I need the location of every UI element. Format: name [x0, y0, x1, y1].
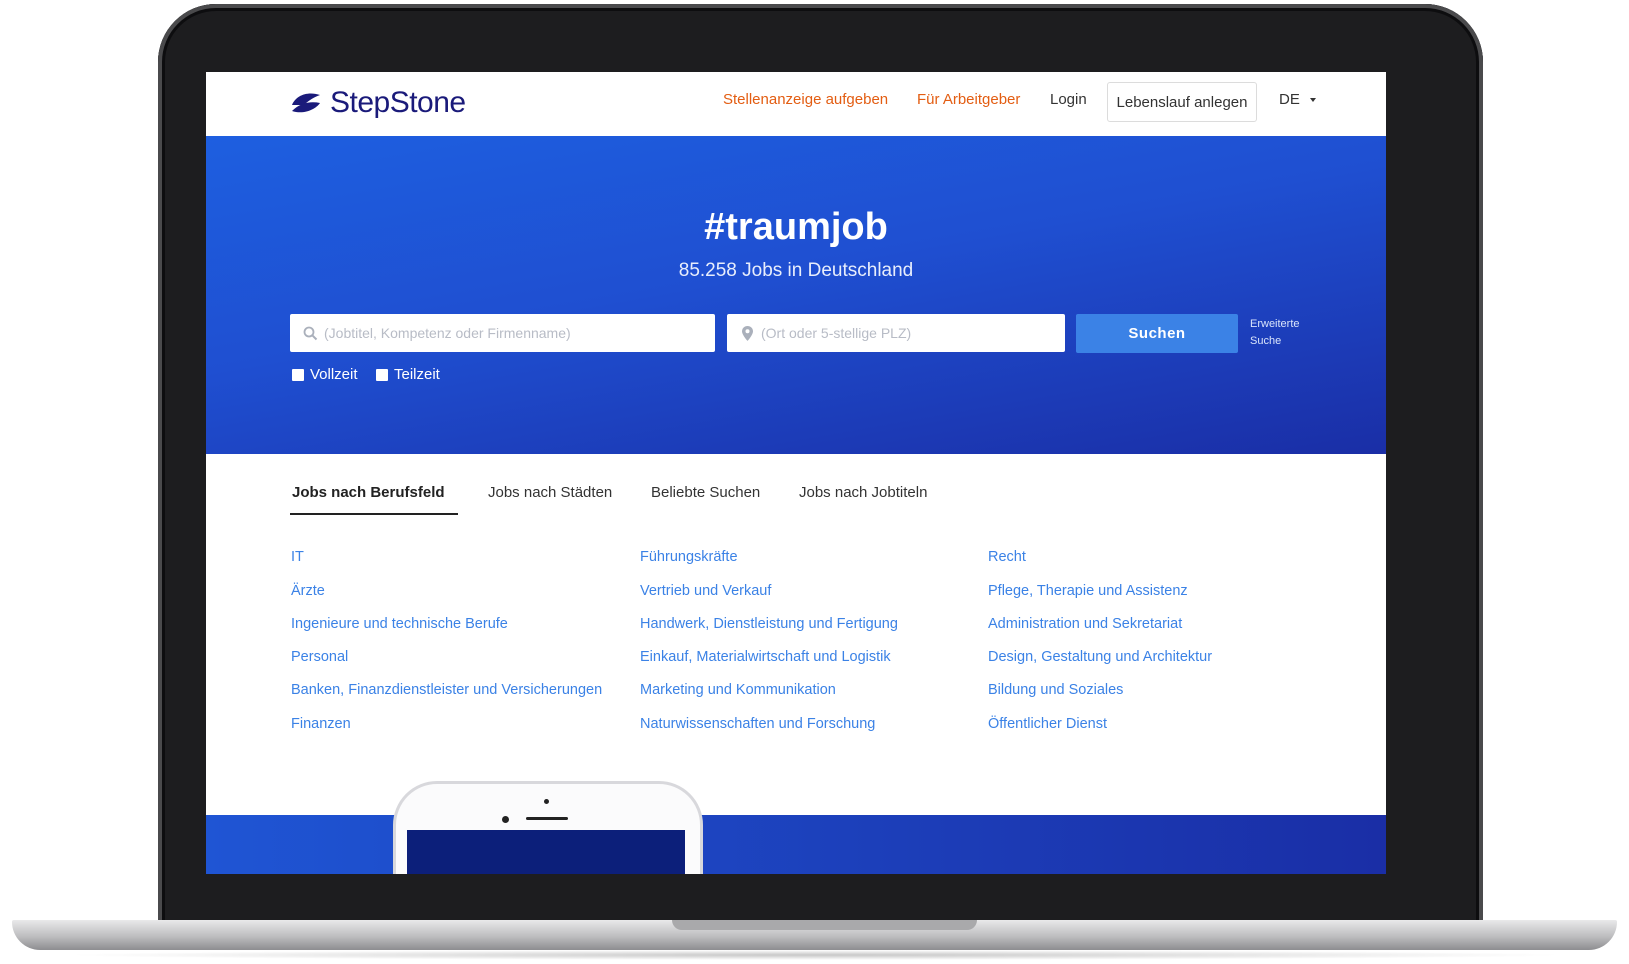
jobs-count: 85.258 Jobs in Deutschland [678, 260, 914, 281]
fulltime-checkbox[interactable]: Vollzeit [292, 366, 358, 383]
fulltime-label: Vollzeit [310, 366, 358, 383]
category-link[interactable]: Öffentlicher Dienst [988, 716, 1107, 732]
category-link[interactable]: Bildung und Soziales [988, 682, 1123, 698]
category-link[interactable]: Vertrieb und Verkauf [640, 583, 771, 599]
language-label: DE [1279, 91, 1300, 108]
phone-screen [407, 830, 685, 874]
phone-camera [502, 816, 509, 823]
category-link[interactable]: Einkauf, Materialwirtschaft und Logistik [640, 649, 891, 665]
location-pin-icon [733, 325, 761, 341]
location-search-field[interactable] [727, 314, 1065, 352]
stepstone-logo-icon [292, 93, 320, 113]
post-job-link[interactable]: Stellenanzeige aufgeben [723, 91, 888, 108]
location-input[interactable] [761, 325, 1065, 341]
laptop-shadow [60, 950, 1570, 960]
phone-sensor [544, 799, 549, 804]
laptop-hinge-notch [672, 920, 977, 930]
app-promo-band [206, 815, 1386, 874]
chevron-down-icon [1309, 98, 1316, 103]
checkbox-square[interactable] [292, 368, 304, 381]
category-link[interactable]: Personal [291, 649, 348, 665]
category-link[interactable]: Naturwissenschaften und Forschung [640, 716, 875, 732]
category-link[interactable]: Banken, Finanzdienstleister und Versiche… [291, 682, 602, 698]
checkbox-square[interactable] [376, 368, 388, 381]
category-link[interactable]: Marketing und Kommunikation [640, 682, 836, 698]
category-link[interactable]: Finanzen [291, 716, 351, 732]
browser-viewport: StepStone Stellenanzeige aufgeben Für Ar… [206, 72, 1386, 874]
category-link[interactable]: Ingenieure und technische Berufe [291, 616, 508, 632]
phone-mockup [393, 781, 703, 874]
hero-title: #traumjob [704, 206, 888, 248]
create-cv-button[interactable]: Lebenslauf anlegen [1107, 82, 1257, 122]
tab-jobs-by-field[interactable]: Jobs nach Berufsfeld [292, 484, 445, 501]
advanced-search-link[interactable]: Erweiterte Suche [1250, 316, 1330, 350]
employers-link[interactable]: Für Arbeitgeber [917, 91, 1020, 108]
category-link[interactable]: IT [291, 549, 304, 565]
tab-popular-searches[interactable]: Beliebte Suchen [651, 484, 760, 501]
tab-jobs-by-city[interactable]: Jobs nach Städten [488, 484, 612, 501]
category-link[interactable]: Recht [988, 549, 1026, 565]
category-link[interactable]: Pflege, Therapie und Assistenz [988, 583, 1188, 599]
search-icon [296, 326, 324, 341]
parttime-checkbox[interactable]: Teilzeit [376, 366, 440, 383]
advanced-search-line2: Suche [1250, 335, 1282, 347]
parttime-label: Teilzeit [394, 366, 440, 383]
category-link[interactable]: Führungskräfte [640, 549, 738, 565]
job-search-field[interactable] [290, 314, 715, 352]
site-header: StepStone Stellenanzeige aufgeben Für Ar… [206, 72, 1386, 136]
login-link[interactable]: Login [1050, 91, 1087, 108]
active-tab-underline [290, 513, 458, 515]
tab-jobs-by-title[interactable]: Jobs nach Jobtiteln [799, 484, 927, 501]
category-link[interactable]: Ärzte [291, 583, 325, 599]
logo-text: StepStone [330, 86, 466, 119]
category-link[interactable]: Administration und Sekretariat [988, 616, 1182, 632]
search-button[interactable]: Suchen [1076, 314, 1238, 353]
stepstone-logo[interactable]: StepStone [290, 86, 466, 120]
category-link[interactable]: Design, Gestaltung und Architektur [988, 649, 1212, 665]
hero-search: #traumjob 85.258 Jobs in Deutschland Suc… [206, 136, 1386, 454]
phone-speaker [526, 817, 568, 820]
category-link[interactable]: Handwerk, Dienstleistung und Fertigung [640, 616, 898, 632]
advanced-search-line1: Erweiterte [1250, 318, 1300, 330]
job-search-input[interactable] [324, 325, 715, 341]
language-selector[interactable]: DE [1279, 91, 1316, 108]
